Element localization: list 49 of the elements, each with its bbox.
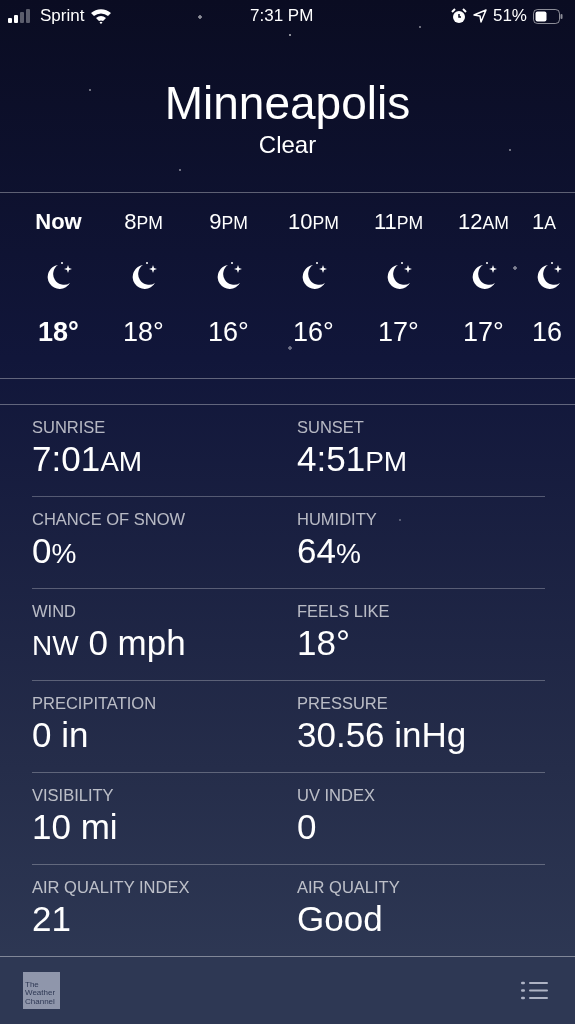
- detail-value: 30.56 inHg: [297, 714, 467, 756]
- detail-value: 4:51PM: [297, 438, 408, 480]
- hour-temperature: 16°: [293, 317, 334, 348]
- detail-value: Good: [297, 898, 383, 940]
- detail-label: FEELS LIKE: [297, 601, 390, 621]
- detail-value: 0 in: [32, 714, 89, 756]
- hour-temperature: 17°: [378, 317, 419, 348]
- battery-icon: [533, 8, 563, 24]
- clock-time: 7:31 PM: [250, 6, 314, 26]
- hour-temperature: 18°: [38, 317, 79, 348]
- detail-value: 21: [32, 898, 71, 940]
- hour-temperature: 16°: [208, 317, 249, 348]
- hour-label: 10PM: [288, 208, 339, 236]
- detail-label: VISIBILITY: [32, 785, 114, 805]
- wifi-icon: [90, 8, 113, 24]
- hour-temperature: 16: [532, 317, 563, 348]
- hour-label: 9PM: [209, 208, 248, 236]
- detail-label: AIR QUALITY INDEX: [32, 877, 190, 897]
- detail-value: NW 0 mph: [32, 622, 186, 664]
- alarm-clock-icon: [450, 8, 467, 24]
- list-icon[interactable]: [521, 981, 548, 1000]
- detail-label: PRESSURE: [297, 693, 388, 713]
- detail-label: CHANCE OF SNOW: [32, 509, 186, 529]
- hour-temperature: 18°: [123, 317, 164, 348]
- detail-label: UV INDEX: [297, 785, 375, 805]
- detail-value: 18°: [297, 622, 350, 664]
- hour-label: 1A: [532, 208, 556, 236]
- hour-label: 12AM: [458, 208, 509, 236]
- detail-label: SUNRISE: [32, 417, 106, 437]
- weather-condition: Clear: [258, 130, 317, 160]
- detail-label: WIND: [32, 601, 76, 621]
- detail-value: 10 mi: [32, 806, 118, 848]
- detail-value: 7:01AM: [32, 438, 143, 480]
- detail-label: AIR QUALITY: [297, 877, 400, 897]
- detail-value: 64%: [297, 530, 361, 572]
- weather-channel-logo[interactable]: The Weather Channel: [23, 972, 60, 1009]
- hour-label: 8PM: [124, 208, 163, 236]
- location-arrow-icon: [472, 9, 487, 23]
- detail-label: HUMIDITY: [297, 509, 377, 529]
- hour-temperature: 17°: [463, 317, 504, 348]
- detail-value: 0%: [32, 530, 77, 572]
- detail-label: SUNSET: [297, 417, 364, 437]
- detail-label: PRECIPITATION: [32, 693, 157, 713]
- battery-percent: 51%: [492, 6, 527, 26]
- detail-value: 0: [297, 806, 317, 848]
- hour-label: Now: [35, 208, 82, 236]
- city-name: Minneapolis: [164, 76, 411, 130]
- carrier-name: Sprint: [40, 6, 85, 26]
- hour-label: 11PM: [373, 208, 424, 236]
